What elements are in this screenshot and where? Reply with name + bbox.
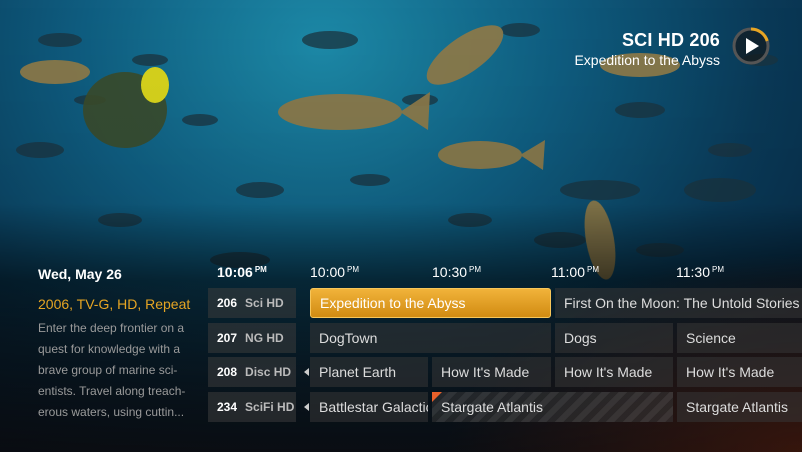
program-cell[interactable]: Planet Earth bbox=[310, 357, 428, 387]
time-slot-ampm: PM bbox=[712, 265, 724, 274]
time-slot-value: 10:30 bbox=[432, 264, 468, 280]
time-slot-ampm: PM bbox=[347, 265, 360, 274]
program-cell[interactable]: Battlestar Galactica bbox=[310, 392, 428, 422]
program-cell[interactable]: How It's Made bbox=[677, 357, 802, 387]
channel-cell[interactable]: 207 NG HD bbox=[208, 323, 296, 353]
guide-date: Wed, May 26 bbox=[38, 266, 122, 282]
guide-row-206: 206 Sci HD Expedition to the Abyss First… bbox=[208, 288, 802, 318]
current-time-ampm: PM bbox=[254, 265, 267, 274]
channel-name: SciFi HD bbox=[245, 400, 295, 414]
description-line: brave group of marine sci- bbox=[38, 363, 178, 377]
channel-number: 206 bbox=[217, 296, 238, 310]
program-meta: 2006, TV-G, HD, Repeat bbox=[38, 296, 191, 312]
time-slot-value: 10:00 bbox=[310, 264, 346, 280]
continues-left-icon bbox=[304, 403, 309, 411]
channel-number: 207 bbox=[217, 331, 238, 345]
program-cell-selected[interactable]: Expedition to the Abyss bbox=[310, 288, 551, 318]
program-cell[interactable]: Stargate Atlantis bbox=[677, 392, 802, 422]
program-cell[interactable]: How It's Made bbox=[555, 357, 673, 387]
description-line: quest for knowledge with a bbox=[38, 342, 181, 356]
time-slot-ampm: PM bbox=[469, 265, 482, 274]
channel-cell[interactable]: 206 Sci HD bbox=[208, 288, 296, 318]
time-slot: 10:30 PM bbox=[432, 264, 481, 280]
program-description: Enter the deep frontier on a quest for k… bbox=[38, 318, 198, 423]
time-slot: 10:00 PM bbox=[310, 264, 359, 280]
guide-row-234: 234 SciFi HD Battlestar Galactica Starga… bbox=[208, 392, 802, 422]
program-cell[interactable]: DogTown bbox=[310, 323, 551, 353]
program-cell-recording[interactable]: Stargate Atlantis bbox=[432, 392, 673, 422]
channel-number: 208 bbox=[217, 365, 238, 379]
play-progress-button[interactable] bbox=[731, 26, 771, 66]
channel-name: Sci HD bbox=[245, 296, 284, 310]
now-playing-program: Expedition to the Abyss bbox=[574, 52, 720, 68]
time-slot: 11:30 PM bbox=[676, 264, 724, 280]
program-info-panel: Wed, May 26 2006, TV-G, HD, Repeat Enter… bbox=[38, 266, 198, 423]
channel-cell[interactable]: 234 SciFi HD bbox=[208, 392, 296, 422]
program-cell[interactable]: How It's Made bbox=[432, 357, 551, 387]
current-time: 10:06 PM bbox=[217, 264, 267, 280]
channel-cell[interactable]: 208 Disc HD bbox=[208, 357, 296, 387]
channel-number: 234 bbox=[217, 400, 238, 414]
time-slot: 11:00 PM bbox=[551, 264, 599, 280]
time-slot-value: 11:00 bbox=[551, 264, 585, 280]
description-line: entists. Travel along treach- bbox=[38, 384, 186, 398]
guide-row-207: 207 NG HD DogTown Dogs Science bbox=[208, 323, 802, 353]
guide-row-208: 208 Disc HD Planet Earth How It's Made H… bbox=[208, 357, 802, 387]
now-playing-info: SCI HD 206 Expedition to the Abyss bbox=[574, 30, 720, 68]
channel-name: Disc HD bbox=[245, 365, 292, 379]
program-cell[interactable]: Dogs bbox=[555, 323, 673, 353]
now-playing-channel: SCI HD 206 bbox=[621, 30, 720, 50]
current-time-value: 10:06 bbox=[217, 264, 253, 280]
time-slot-value: 11:30 bbox=[676, 264, 710, 280]
continues-left-icon bbox=[304, 368, 309, 376]
description-line: erous waters, using cuttin... bbox=[38, 405, 185, 419]
play-icon bbox=[732, 27, 770, 65]
time-slot-ampm: PM bbox=[587, 265, 599, 274]
channel-name: NG HD bbox=[245, 331, 284, 345]
program-cell[interactable]: First On the Moon: The Untold Stories bbox=[555, 288, 802, 318]
program-cell[interactable]: Science bbox=[677, 323, 802, 353]
description-line: Enter the deep frontier on a bbox=[38, 321, 185, 335]
